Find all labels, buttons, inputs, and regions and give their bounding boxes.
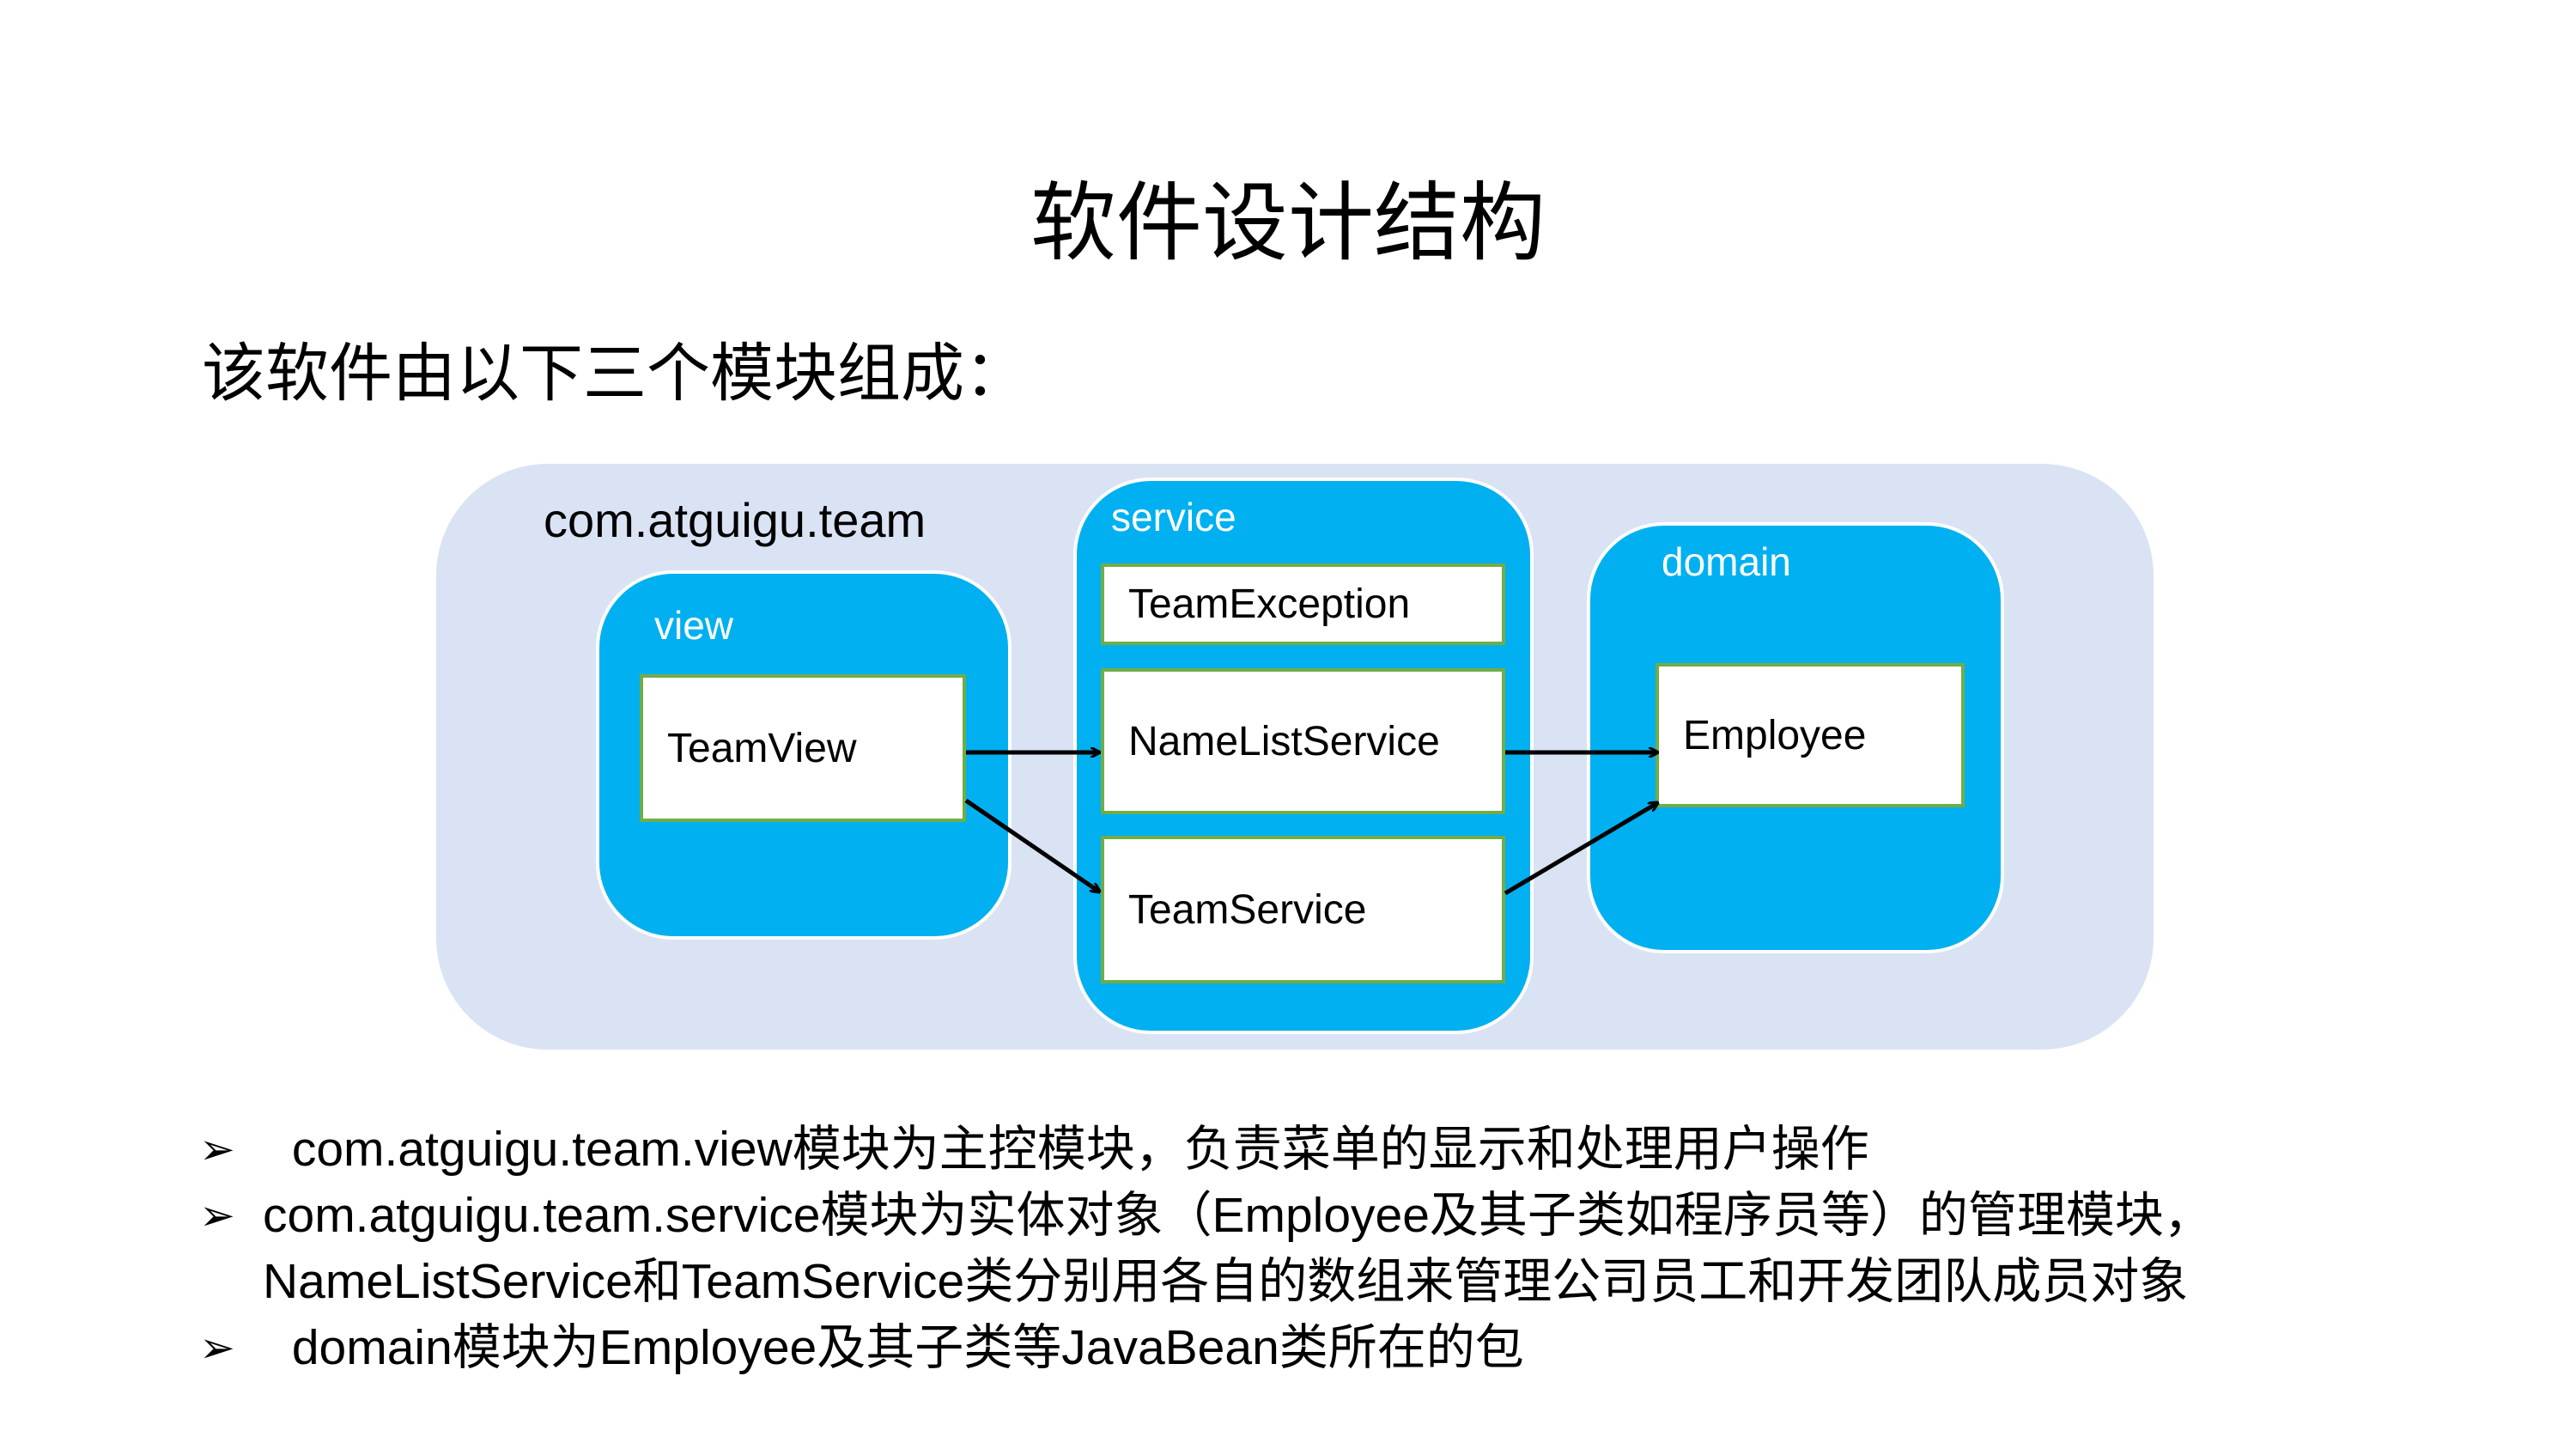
arrow-teamview-to-teamservice [964, 798, 1099, 892]
bullet-line: domain模块为Employee及其子类等JavaBean类所在的包 [278, 1320, 1524, 1375]
bullet-item: ➢ com.atguigu.team.view模块为主控模块，负责菜单的显示和处… [199, 1117, 2518, 1183]
bullet-line: NameListService和TeamService类分别用各自的数组来管理公… [263, 1254, 2189, 1309]
arrow-bullet-icon: ➢ [199, 1190, 235, 1240]
bullet-list: ➢ com.atguigu.team.view模块为主控模块，负责菜单的显示和处… [199, 1117, 2518, 1381]
arrow-bullet-icon: ➢ [199, 1323, 235, 1373]
bullet-line: com.atguigu.team.service模块为实体对象（Employee… [263, 1188, 2213, 1243]
arrow-bullet-icon: ➢ [199, 1124, 235, 1174]
bullet-line: com.atguigu.team.view模块为主控模块，负责菜单的显示和处理用… [278, 1122, 1869, 1177]
bullet-item: ➢ domain模块为Employee及其子类等JavaBean类所在的包 [199, 1315, 2518, 1381]
arrow-teamservice-to-employee [1504, 803, 1657, 896]
bullet-item: ➢ com.atguigu.team.service模块为实体对象（Employ… [199, 1183, 2518, 1315]
